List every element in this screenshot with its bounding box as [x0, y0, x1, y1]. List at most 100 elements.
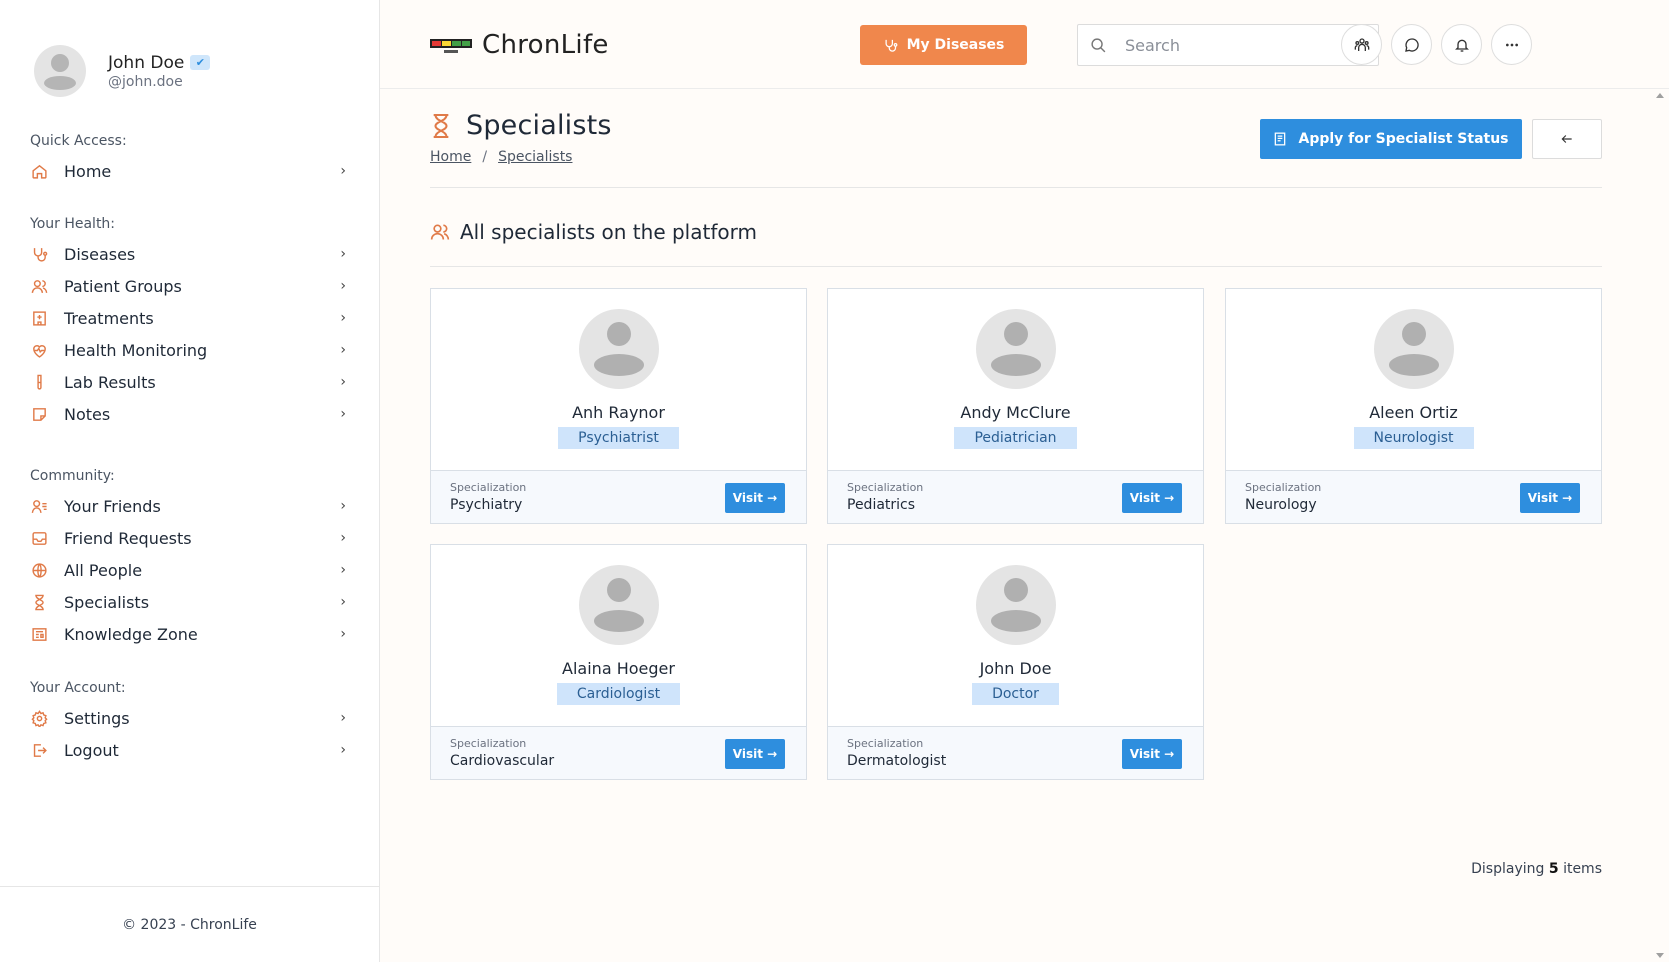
- sidebar-item-diseases[interactable]: Diseases ›: [30, 238, 346, 270]
- specialist-card: Anh Raynor Psychiatrist Specialization P…: [430, 288, 807, 524]
- avatar: [34, 45, 86, 97]
- specialist-name: Aleen Ortiz: [1369, 403, 1458, 422]
- card-footer: Specialization Cardiovascular Visit →: [431, 726, 806, 779]
- chat-icon: [1404, 37, 1419, 52]
- top-header: ChronLife My Diseases: [380, 0, 1669, 89]
- sidebar-item-label: Notes: [64, 404, 111, 424]
- logo-icon: [430, 39, 472, 53]
- back-button[interactable]: [1532, 119, 1602, 159]
- nav-heading: Community:: [30, 468, 115, 484]
- card-footer: Specialization Pediatrics Visit →: [828, 470, 1203, 523]
- divider: [430, 187, 1602, 188]
- sidebar-item-knowledge-zone[interactable]: Knowledge Zone ›: [30, 618, 346, 650]
- chevron-right-icon: ›: [340, 406, 346, 422]
- note-icon: [30, 405, 48, 423]
- specialization-label: Specialization: [1245, 481, 1322, 494]
- chevron-right-icon: ›: [340, 498, 346, 514]
- chat-button[interactable]: [1391, 24, 1432, 65]
- visit-button[interactable]: Visit →: [725, 483, 785, 513]
- more-button[interactable]: [1491, 24, 1532, 65]
- chevron-right-icon: ›: [340, 310, 346, 326]
- more-icon: [1505, 43, 1518, 46]
- bell-icon: [1454, 39, 1469, 52]
- chevron-right-icon: ›: [340, 374, 346, 390]
- sidebar-item-label: All People: [64, 560, 143, 580]
- visit-button[interactable]: Visit →: [1520, 483, 1580, 513]
- sidebar-item-specialists[interactable]: Specialists ›: [30, 586, 346, 618]
- sidebar-item-your-friends[interactable]: Your Friends ›: [30, 490, 346, 522]
- vertical-scrollbar[interactable]: [1652, 89, 1669, 962]
- avatar: [976, 309, 1056, 389]
- role-badge: Psychiatrist: [558, 427, 679, 449]
- specialization-value: Psychiatry: [450, 497, 523, 513]
- sidebar-item-friend-requests[interactable]: Friend Requests ›: [30, 522, 346, 554]
- search-input[interactable]: [1125, 35, 1365, 55]
- brand-name: ChronLife: [482, 30, 609, 60]
- sidebar-item-logout[interactable]: Logout ›: [30, 734, 346, 766]
- specialist-name: Anh Raynor: [572, 403, 665, 422]
- specialization-value: Dermatologist: [847, 753, 947, 769]
- visit-button[interactable]: Visit →: [725, 739, 785, 769]
- logout-icon: [30, 741, 48, 759]
- sidebar-item-notes[interactable]: Notes ›: [30, 398, 346, 430]
- inbox-icon: [30, 529, 48, 547]
- sidebar-item-label: Home: [64, 161, 112, 181]
- breadcrumb-home[interactable]: Home: [430, 149, 471, 165]
- apply-specialist-button[interactable]: Apply for Specialist Status: [1260, 119, 1522, 159]
- sidebar-footer: © 2023 - ChronLife: [0, 886, 379, 962]
- specialization-value: Cardiovascular: [450, 753, 555, 769]
- notifications-button[interactable]: [1441, 24, 1482, 65]
- scroll-up-icon[interactable]: [1656, 93, 1664, 98]
- search-icon: [1091, 37, 1106, 52]
- sidebar-item-label: Lab Results: [64, 372, 156, 392]
- sidebar-item-health-monitoring[interactable]: Health Monitoring ›: [30, 334, 346, 366]
- home-icon: [30, 162, 48, 180]
- role-badge: Cardiologist: [556, 683, 681, 705]
- card-footer: Specialization Neurology Visit →: [1226, 470, 1601, 523]
- users-icon: [430, 224, 450, 240]
- sidebar: John Doe ✔ @john.doe Quick Access: Home …: [0, 0, 380, 962]
- specialization-label: Specialization: [847, 481, 924, 494]
- my-diseases-label: My Diseases: [906, 37, 1005, 53]
- chevron-right-icon: ›: [340, 710, 346, 726]
- sidebar-item-all-people[interactable]: All People ›: [30, 554, 346, 586]
- visit-button[interactable]: Visit →: [1122, 739, 1182, 769]
- apply-specialist-label: Apply for Specialist Status: [1298, 131, 1509, 147]
- user-profile[interactable]: John Doe ✔ @john.doe: [34, 44, 211, 98]
- chevron-right-icon: ›: [340, 342, 346, 358]
- specialization-value: Pediatrics: [847, 497, 916, 513]
- chevron-right-icon: ›: [340, 246, 346, 262]
- people-button[interactable]: [1341, 24, 1382, 65]
- scroll-down-icon[interactable]: [1656, 953, 1664, 958]
- gear-icon: [30, 709, 48, 727]
- specialization-label: Specialization: [847, 737, 924, 750]
- sidebar-item-label: Knowledge Zone: [64, 624, 198, 644]
- sidebar-item-home[interactable]: Home ›: [30, 155, 346, 187]
- sidebar-item-patient-groups[interactable]: Patient Groups ›: [30, 270, 346, 302]
- breadcrumb: Home / Specialists: [430, 149, 572, 165]
- divider: [430, 266, 1602, 267]
- user-handle: @john.doe: [108, 73, 183, 90]
- nav-section-quick-access: Quick Access: Home ›: [30, 133, 346, 187]
- section-title: All specialists on the platform: [430, 220, 757, 244]
- sidebar-item-lab-results[interactable]: Lab Results ›: [30, 366, 346, 398]
- breadcrumb-specialists[interactable]: Specialists: [498, 149, 572, 165]
- search-box[interactable]: [1077, 24, 1379, 66]
- stethoscope-icon: [30, 245, 48, 263]
- brand-logo[interactable]: ChronLife: [430, 30, 609, 60]
- sidebar-item-treatments[interactable]: Treatments ›: [30, 302, 346, 334]
- people-icon: [1354, 37, 1369, 51]
- specialization-value: Neurology: [1245, 497, 1317, 513]
- arrow-left-icon: [1561, 135, 1572, 143]
- my-diseases-button[interactable]: My Diseases: [860, 25, 1027, 65]
- sidebar-item-label: Settings: [64, 708, 130, 728]
- sidebar-item-settings[interactable]: Settings ›: [30, 702, 346, 734]
- chevron-right-icon: ›: [340, 562, 346, 578]
- page-title-text: Specialists: [466, 110, 612, 141]
- count-prefix: Displaying: [1471, 861, 1545, 877]
- visit-button[interactable]: Visit →: [1122, 483, 1182, 513]
- sidebar-item-label: Your Friends: [64, 496, 161, 516]
- avatar: [976, 565, 1056, 645]
- specialist-card: Andy McClure Pediatrician Specialization…: [827, 288, 1204, 524]
- document-icon: [1275, 132, 1286, 146]
